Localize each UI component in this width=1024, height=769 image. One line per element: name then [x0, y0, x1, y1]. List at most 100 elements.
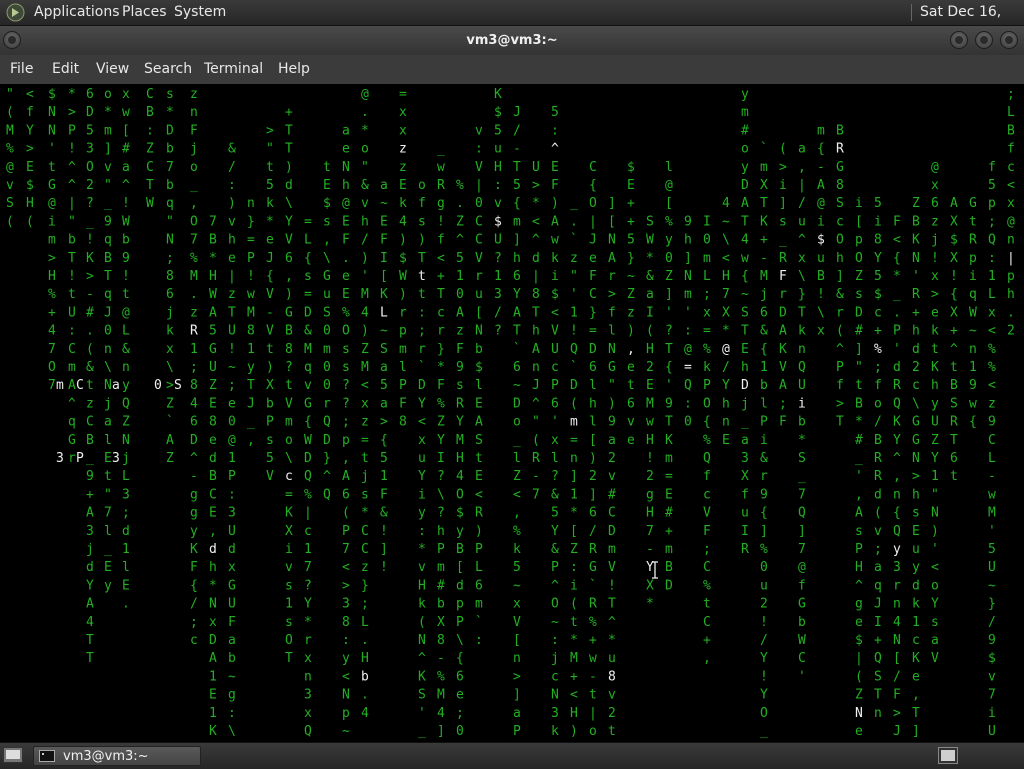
matrix-glyph: W	[209, 287, 217, 302]
matrix-glyph: 8	[166, 269, 174, 284]
matrix-glyph: ]	[380, 542, 388, 557]
matrix-glyph: A	[741, 196, 749, 211]
matrix-glyph: X	[760, 178, 768, 193]
matrix-glyph: <	[532, 214, 540, 229]
matrix-glyph: s	[418, 214, 426, 229]
matrix-glyph: D	[418, 378, 426, 393]
matrix-glyph: E	[475, 469, 483, 484]
system-menu[interactable]: System	[174, 0, 226, 25]
matrix-glyph: C	[988, 433, 996, 448]
matrix-glyph: E	[342, 214, 350, 229]
matrix-glyph: 3	[494, 287, 502, 302]
menu-help[interactable]: Help	[278, 55, 310, 84]
matrix-glyph: t	[608, 724, 616, 739]
matrix-glyph: c	[551, 360, 559, 375]
matrix-glyph: 3	[86, 524, 94, 539]
distro-logo-icon[interactable]	[6, 3, 25, 22]
matrix-glyph: h	[532, 324, 540, 339]
matrix-glyph: v	[608, 469, 616, 484]
matrix-glyph: p	[988, 196, 996, 211]
matrix-glyph: j	[931, 233, 939, 248]
matrix-glyph: N	[608, 233, 616, 248]
matrix-glyph: ,	[893, 469, 901, 484]
matrix-glyph: 3	[304, 688, 312, 703]
matrix-glyph: A	[166, 433, 174, 448]
matrix-glyph: z	[570, 251, 578, 266]
matrix-glyph: G	[228, 578, 236, 593]
matrix-glyph: +	[703, 633, 711, 648]
window-titlebar[interactable]: vm3@vm3:~	[0, 26, 1024, 55]
matrix-glyph: B	[665, 560, 673, 575]
matrix-glyph: 5	[551, 105, 559, 120]
matrix-glyph: !	[760, 615, 768, 630]
matrix-glyph: t	[86, 378, 94, 393]
matrix-glyph: M	[646, 396, 654, 411]
matrix-glyph: 3	[551, 706, 559, 721]
matrix-glyph: &	[228, 142, 236, 157]
matrix-glyph: X	[950, 251, 958, 266]
matrix-glyph: {	[456, 651, 464, 666]
menu-terminal[interactable]: Terminal	[204, 55, 263, 84]
menu-search[interactable]: Search	[144, 55, 192, 84]
matrix-glyph: D	[570, 378, 578, 393]
window-title: vm3@vm3:~	[466, 33, 558, 48]
matrix-glyph: @	[931, 160, 939, 175]
matrix-glyph: D	[608, 524, 616, 539]
matrix-glyph: z	[988, 396, 996, 411]
matrix-glyph: D	[190, 433, 198, 448]
matrix-glyph: ;	[703, 542, 711, 557]
places-menu[interactable]: Places	[122, 0, 167, 25]
matrix-glyph: 2	[1007, 324, 1015, 339]
menu-view[interactable]: View	[96, 55, 129, 84]
matrix-glyph: ~	[513, 578, 521, 593]
matrix-glyph: 4	[456, 469, 464, 484]
matrix-glyph: ;	[418, 324, 426, 339]
terminal-area[interactable]: "(M% @ v S(< f Y > E $ H($ N N ' t G @ i m > H% +4 7 O 7 m 3 * > P! ^…	[0, 84, 1024, 742]
matrix-glyph: k	[798, 324, 806, 339]
clock[interactable]: Sat Dec 16, 15:49	[920, 0, 1024, 45]
matrix-glyph: 7	[166, 160, 174, 175]
matrix-glyph-bright: P	[76, 451, 84, 466]
matrix-glyph: E	[475, 396, 483, 411]
close-icon[interactable]	[1000, 31, 1018, 49]
menu-edit[interactable]: Edit	[52, 55, 79, 84]
matrix-glyph: w	[247, 287, 255, 302]
matrix-glyph-bright: a	[112, 378, 120, 393]
matrix-glyph: x	[122, 87, 130, 102]
minimize-icon[interactable]	[950, 31, 968, 49]
matrix-glyph: 6	[931, 196, 939, 211]
matrix-glyph: -	[646, 542, 654, 557]
matrix-glyph: U	[798, 378, 806, 393]
matrix-glyph: 5	[209, 324, 217, 339]
menu-file[interactable]: File	[10, 55, 33, 84]
matrix-glyph: K	[86, 251, 94, 266]
matrix-glyph: d	[912, 578, 920, 593]
matrix-glyph: d	[209, 451, 217, 466]
matrix-glyph: F	[456, 342, 464, 357]
taskbar-item-terminal[interactable]: vm3@vm3:~	[33, 746, 201, 766]
matrix-glyph: 4	[361, 305, 369, 320]
maximize-icon[interactable]	[975, 31, 993, 49]
matrix-glyph: d	[912, 342, 920, 357]
show-desktop-icon[interactable]	[3, 747, 23, 763]
matrix-glyph: ]	[608, 196, 616, 211]
matrix-glyph: x	[817, 324, 825, 339]
matrix-glyph: x	[931, 269, 939, 284]
applications-menu[interactable]: Applications	[34, 0, 120, 25]
matrix-glyph: [	[122, 123, 130, 138]
workspace-switcher-icon[interactable]	[938, 747, 958, 764]
matrix-glyph: U	[532, 160, 540, 175]
matrix-glyph: %	[988, 360, 996, 375]
matrix-glyph: Q	[323, 415, 331, 430]
matrix-glyph: S	[646, 214, 654, 229]
matrix-glyph: A	[456, 305, 464, 320]
matrix-glyph: K	[209, 724, 217, 739]
matrix-glyph: ;	[874, 542, 882, 557]
matrix-glyph: H	[722, 269, 730, 284]
matrix-glyph: #	[437, 578, 445, 593]
matrix-glyph: A	[86, 597, 94, 612]
matrix-glyph: %	[456, 178, 464, 193]
matrix-glyph: 4	[190, 396, 198, 411]
matrix-glyph: ;	[166, 251, 174, 266]
matrix-glyph: g	[855, 597, 863, 612]
